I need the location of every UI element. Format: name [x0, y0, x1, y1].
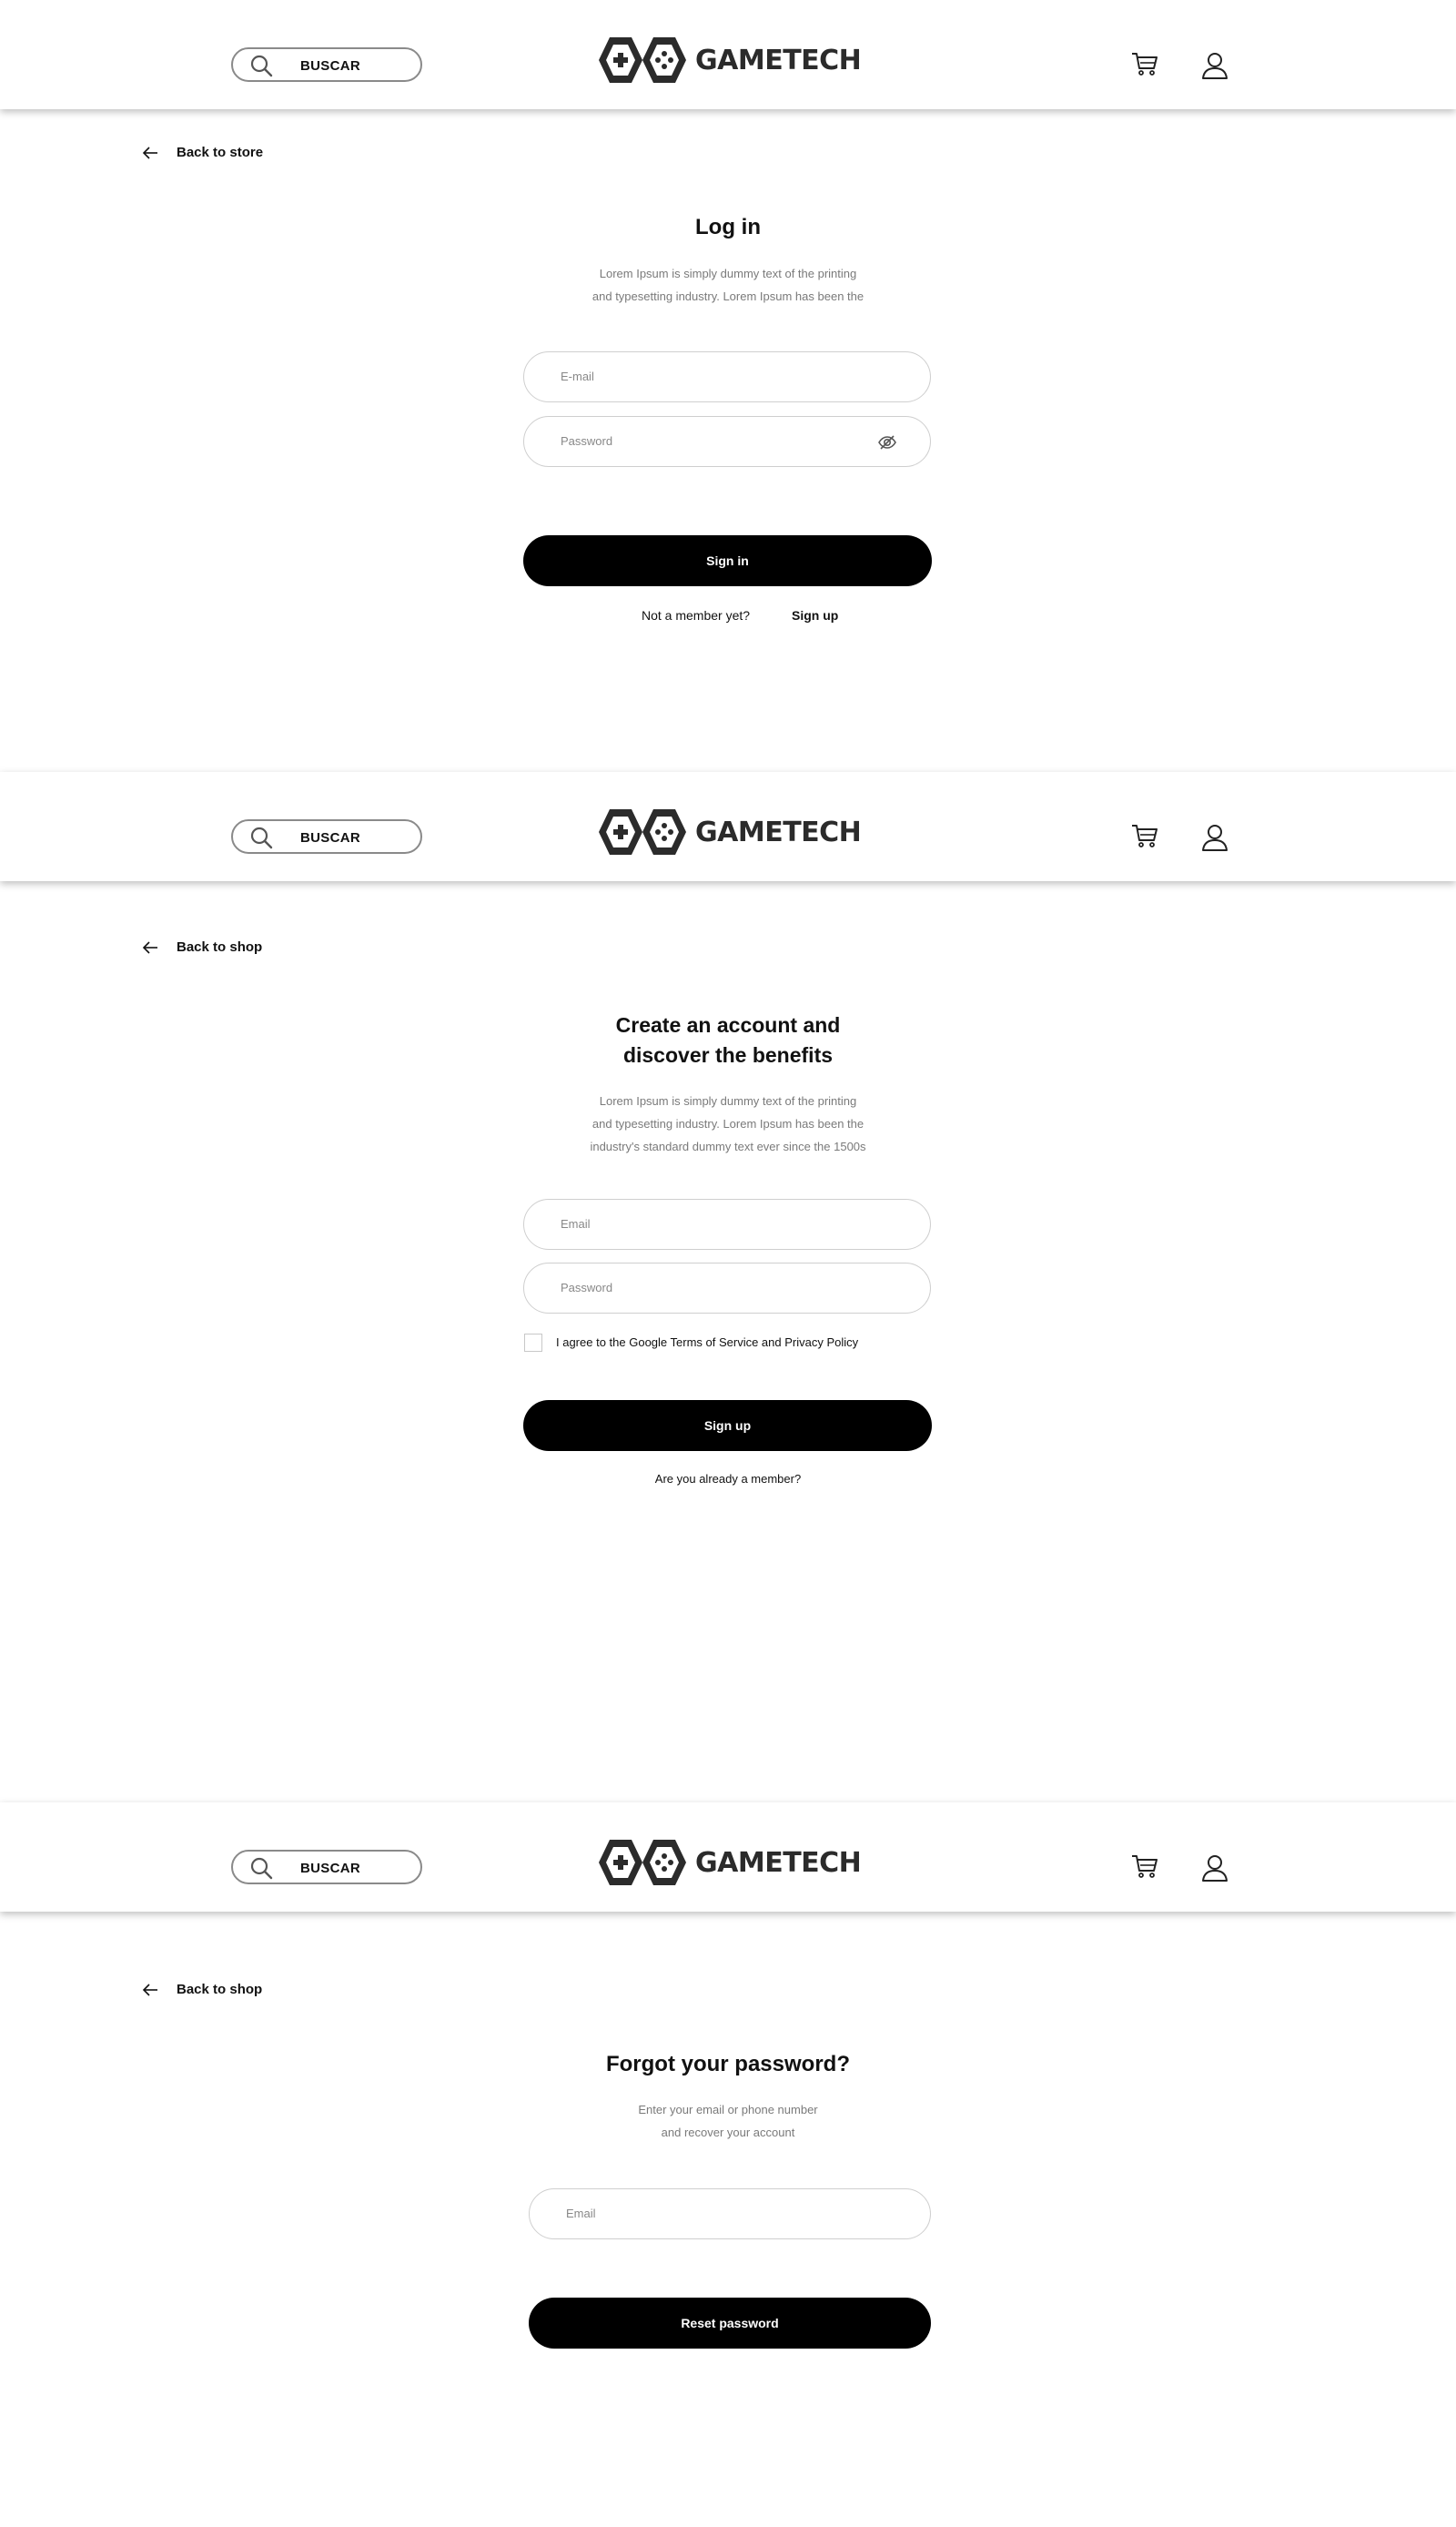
- email-field[interactable]: Email: [529, 2188, 931, 2239]
- subtitle-line: and typesetting industry. Lorem Ipsum ha…: [592, 289, 864, 303]
- page-title: Create an account and discover the benef…: [0, 1010, 1456, 1071]
- page-title: Forgot your password?: [605, 2052, 850, 2076]
- search-box[interactable]: BUSCAR: [231, 1850, 422, 1884]
- reset-password-button[interactable]: Reset password: [529, 2298, 931, 2349]
- already-member-link[interactable]: Are you already a member?: [0, 1472, 1456, 1486]
- terms-checkbox[interactable]: [524, 1334, 542, 1352]
- back-label: Back to store: [177, 145, 264, 160]
- user-icon[interactable]: [1201, 1853, 1228, 1883]
- cart-icon[interactable]: [1130, 1852, 1159, 1881]
- password-placeholder: Password: [561, 1281, 613, 1294]
- brand-name: GAMETECH: [695, 44, 862, 76]
- page-title: Log in: [695, 215, 761, 239]
- search-label: BUSCAR: [300, 58, 360, 74]
- brand-name: GAMETECH: [695, 816, 862, 848]
- arrow-left-icon: [142, 940, 157, 954]
- site-header: BUSCAR GAMETECH: [0, 1802, 1456, 1912]
- brand-logo[interactable]: GAMETECH: [597, 35, 862, 86]
- search-box[interactable]: BUSCAR: [231, 819, 422, 854]
- sign-up-button[interactable]: Sign up: [523, 1400, 932, 1451]
- brand-logo[interactable]: GAMETECH: [597, 1837, 862, 1888]
- search-label: BUSCAR: [300, 830, 360, 846]
- subtitle-line: Enter your email or phone number: [638, 2103, 818, 2116]
- back-label: Back to shop: [177, 1982, 263, 1997]
- page-subtitle: Lorem Ipsum is simply dummy text of the …: [0, 1090, 1456, 1158]
- terms-label: I agree to the Google Terms of Service a…: [556, 1335, 859, 1349]
- email-field[interactable]: Email: [523, 1199, 931, 1250]
- search-box[interactable]: BUSCAR: [231, 47, 422, 82]
- page-subtitle: Lorem Ipsum is simply dummy text of the …: [0, 262, 1456, 308]
- page-subtitle: Enter your email or phone number and rec…: [0, 2098, 1456, 2144]
- back-to-shop-link[interactable]: Back to shop: [142, 1982, 262, 1997]
- signup-screen: BUSCAR GAMETECH Back to shop Create an a…: [0, 772, 1456, 1802]
- search-icon: [250, 827, 273, 849]
- gamepad-hex-logo-icon: [599, 809, 686, 855]
- email-placeholder: E-mail: [561, 370, 594, 383]
- subtitle-line: and typesetting industry. Lorem Ipsum ha…: [592, 1117, 864, 1131]
- title-line: Create an account and: [615, 1013, 841, 1037]
- email-placeholder: Email: [566, 2207, 596, 2220]
- password-placeholder: Password: [561, 434, 613, 448]
- brand-logo[interactable]: GAMETECH: [597, 807, 862, 858]
- login-screen: BUSCAR GAMETECH Back to store Log in Lor…: [0, 0, 1456, 772]
- arrow-left-icon: [142, 1983, 157, 1996]
- user-icon[interactable]: [1201, 51, 1228, 80]
- password-field[interactable]: Password: [523, 416, 931, 467]
- title-line: discover the benefits: [622, 1043, 834, 1067]
- gamepad-hex-logo-icon: [599, 37, 686, 83]
- back-to-shop-link[interactable]: Back to shop: [142, 939, 262, 955]
- subtitle-line: industry's standard dummy text ever sinc…: [590, 1140, 866, 1153]
- subtitle-line: and recover your account: [661, 2126, 795, 2139]
- eye-slash-icon[interactable]: [877, 432, 897, 452]
- search-icon: [250, 1857, 273, 1880]
- forgot-password-screen: BUSCAR GAMETECH Back to shop Forgot your…: [0, 1802, 1456, 2527]
- brand-name: GAMETECH: [695, 1846, 862, 1879]
- not-member-text: Not a member yet?: [642, 608, 751, 623]
- site-header: BUSCAR GAMETECH: [0, 0, 1456, 109]
- sign-in-button[interactable]: Sign in: [523, 535, 932, 586]
- cart-icon[interactable]: [1130, 49, 1159, 78]
- sign-up-link[interactable]: Sign up: [792, 608, 838, 623]
- site-header: BUSCAR GAMETECH: [0, 772, 1456, 881]
- search-label: BUSCAR: [300, 1861, 360, 1876]
- cart-icon[interactable]: [1130, 821, 1159, 850]
- subtitle-line: Lorem Ipsum is simply dummy text of the …: [599, 267, 857, 280]
- gamepad-hex-logo-icon: [599, 1840, 686, 1885]
- back-to-store-link[interactable]: Back to store: [142, 145, 263, 160]
- email-placeholder: Email: [561, 1217, 591, 1231]
- email-field[interactable]: E-mail: [523, 351, 931, 402]
- subtitle-line: Lorem Ipsum is simply dummy text of the …: [599, 1094, 857, 1108]
- password-field[interactable]: Password: [523, 1263, 931, 1314]
- arrow-left-icon: [142, 146, 157, 159]
- search-icon: [250, 55, 273, 77]
- back-label: Back to shop: [177, 939, 263, 955]
- user-icon[interactable]: [1201, 823, 1228, 852]
